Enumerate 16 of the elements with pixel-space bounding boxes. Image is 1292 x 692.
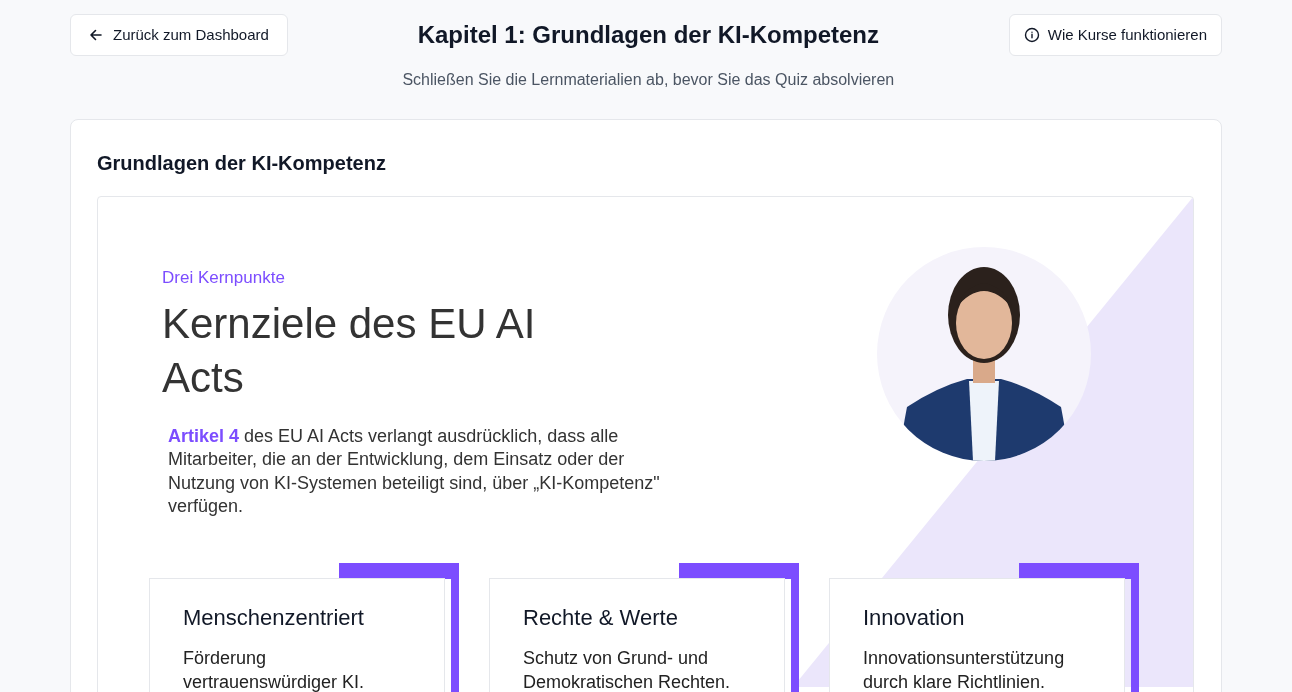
point-title: Menschenzentriert [183,603,365,632]
back-button[interactable]: Zurück zum Dashboard [70,14,288,56]
point-title: Innovation [863,603,966,632]
page-title: Kapitel 1: Grundlagen der KI-Kompetenz [417,20,879,50]
back-arrow-icon [89,28,103,42]
point-title: Rechte & Werte [523,603,679,632]
slide-eyebrow: Drei Kernpunkte [162,267,286,289]
page-subtitle: Schließen Sie die Lernmaterialien ab, bevor Sie das Quiz absolvieren [402,70,895,90]
card-title: Grundlagen der KI-Kompetenz [97,151,387,176]
help-button[interactable]: Wie Kurse funktionieren [1008,14,1222,56]
point-text: Förderung vertrauenswürdiger KI. [183,646,366,692]
point-text: Schutz von Grund- und Demokratischen Rechten. [523,646,732,692]
info-icon [1023,27,1040,43]
point-text: Innovationsunterstützung durch klare Richtlinien. [863,646,1066,692]
slide-paragraph: Artikel 4 des EU AI Acts verlangt ausdrücklich, dass alle Mitarbeiter, die an der Entwicklung, dem Einsatz oder der Nutzung von KI-Systemen beteiligt sind, über „KI-Kompetenz" verfügen. [168,424,661,518]
slide-heading: Kernziele des EU AI Acts [162,298,537,403]
